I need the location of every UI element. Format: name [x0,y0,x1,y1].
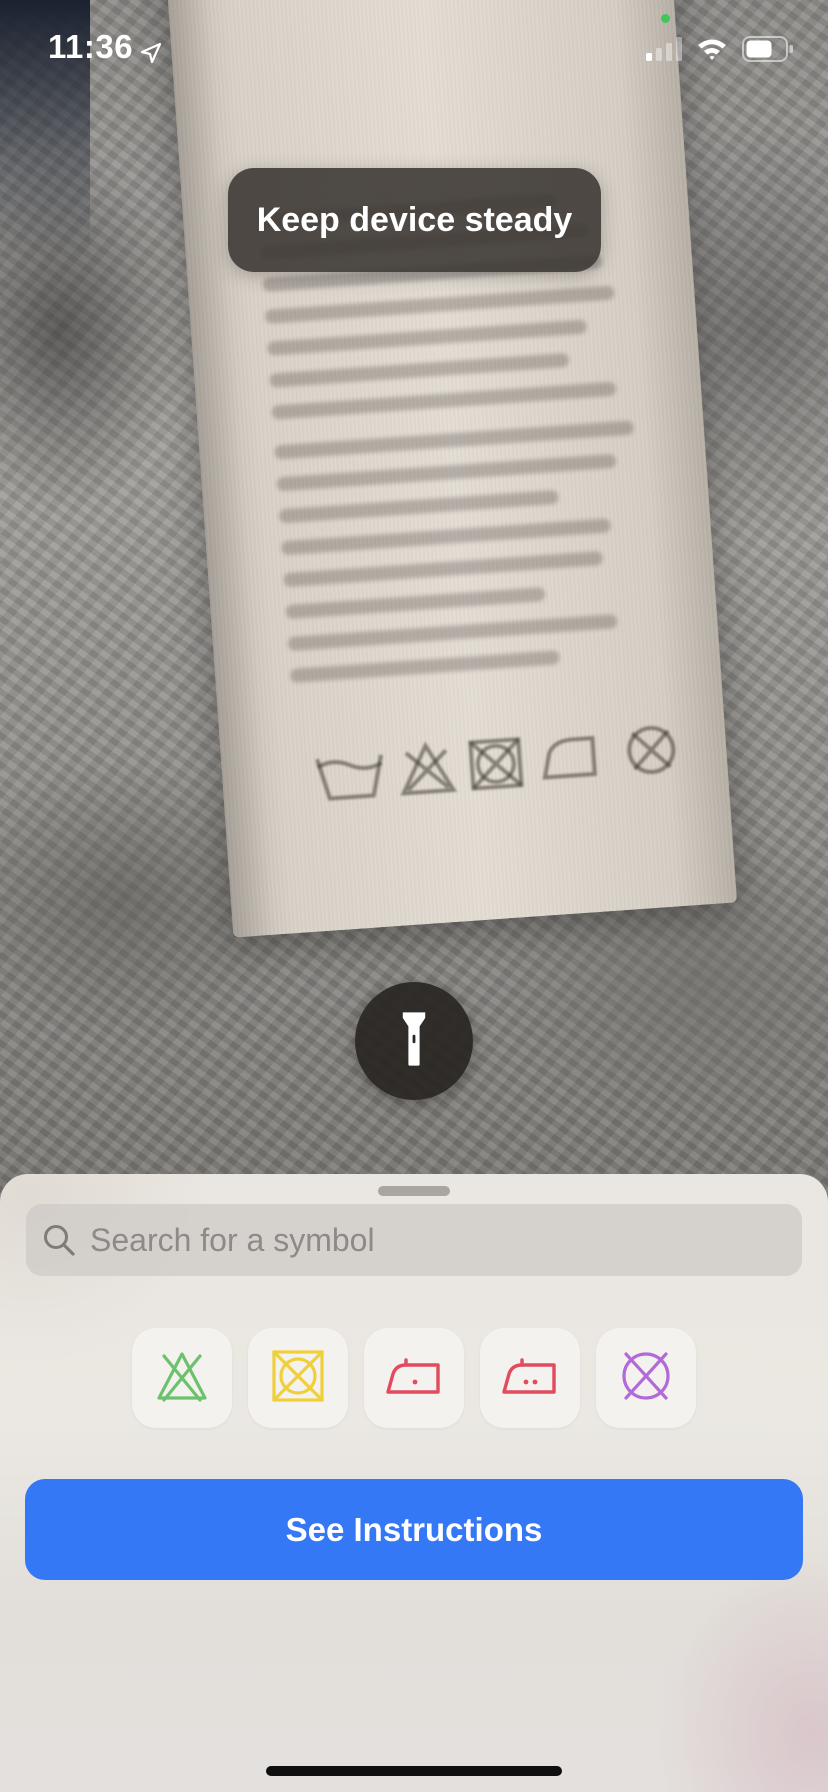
home-indicator[interactable] [266,1766,562,1776]
sheet-grabber[interactable] [378,1186,450,1196]
iron-low-heat-icon [384,1346,444,1411]
symbol-tile-iron-medium-heat[interactable] [480,1328,580,1428]
privacy-indicator-dot [661,14,670,23]
garment-care-label-photo [165,0,738,938]
toast-text: Keep device steady [256,200,573,239]
iron-medium-heat-icon [500,1346,560,1411]
detected-symbols-row [132,1328,696,1428]
symbol-tile-iron-low-heat[interactable] [364,1328,464,1428]
wifi-icon [696,37,728,66]
do-not-dry-clean-icon [616,1346,676,1411]
label-care-symbols [310,715,694,811]
battery-icon [742,36,794,67]
cellular-signal-icon [646,37,682,66]
label-fold [165,0,276,938]
scanner-screen: 11:36 Keep device steady Search for a sy… [0,0,828,1792]
symbol-tile-do-not-dry-clean[interactable] [596,1328,696,1428]
search-input[interactable] [88,1220,772,1260]
symbol-tile-do-not-bleach[interactable] [132,1328,232,1428]
symbol-bottom-sheet: See Instructions [0,1174,828,1792]
flashlight-icon [400,1011,428,1072]
status-time: 11:36 [48,28,163,66]
clock-text: 11:36 [48,28,134,65]
flashlight-button[interactable] [355,982,473,1100]
symbol-tile-do-not-tumble-dry[interactable] [248,1328,348,1428]
steady-hint-toast: Keep device steady [228,168,601,272]
see-instructions-button[interactable]: See Instructions [25,1479,803,1580]
status-icons [646,36,794,67]
location-arrow-icon [139,35,163,64]
do-not-tumble-dry-icon [268,1346,328,1411]
do-not-bleach-icon [152,1346,212,1411]
symbol-search-field[interactable] [26,1204,802,1276]
magnifying-glass-icon [42,1223,76,1257]
status-bar: 11:36 [0,0,828,100]
